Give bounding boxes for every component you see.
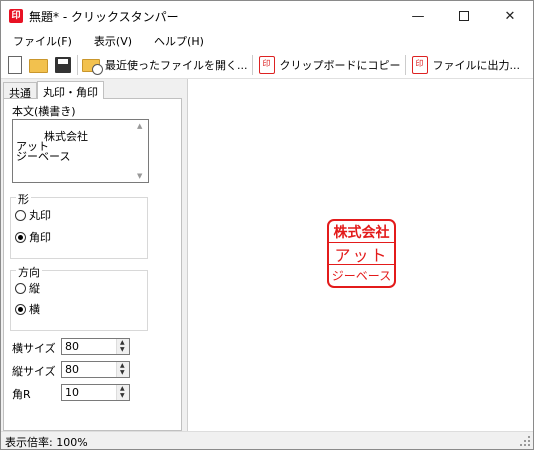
- open-recent-label: 最近使ったファイルを開く...: [105, 58, 248, 72]
- spin-down-icon: ▼: [120, 392, 125, 399]
- minimize-icon: —: [411, 8, 425, 24]
- menu-view[interactable]: 表示(V): [92, 33, 134, 49]
- body-text-value: 株式会社 アット ジーベース: [16, 130, 88, 163]
- copy-clipboard-label: クリップボードにコピー: [279, 58, 401, 72]
- spin-down-icon: ▼: [120, 346, 125, 353]
- window-title: 無題* - クリックスタンパー: [29, 9, 179, 24]
- app-icon: 印: [9, 9, 23, 23]
- maximize-button[interactable]: [441, 1, 487, 31]
- shape-square-label: 角印: [29, 231, 51, 244]
- title-bar: 印 無題* - クリックスタンパー — ✕: [1, 1, 533, 31]
- recent-folder-icon: [82, 58, 103, 75]
- width-spinner[interactable]: ▲ ▼: [116, 339, 129, 354]
- toolbar-separator: [77, 54, 78, 75]
- tab-round-square-stamp[interactable]: 丸印・角印: [37, 81, 104, 99]
- app-window: 印 無題* - クリックスタンパー — ✕ ファイル(F) 表示(V) ヘルプ(…: [0, 0, 534, 450]
- export-file-label: ファイルに出力...: [432, 58, 521, 72]
- stamp-line-3: ジーベース: [331, 269, 392, 283]
- resize-grip-icon[interactable]: [520, 436, 530, 446]
- corner-radius-spinner[interactable]: ▲ ▼: [116, 385, 129, 400]
- shape-group: 形 丸印 角印: [10, 191, 148, 259]
- close-button[interactable]: ✕: [487, 1, 533, 31]
- shape-group-title: 形: [16, 191, 31, 207]
- maximize-icon: [459, 11, 469, 21]
- scroll-down-icon: ▼: [137, 172, 143, 180]
- direction-vertical-option[interactable]: 縦: [15, 280, 40, 296]
- radio-square[interactable]: [15, 231, 26, 243]
- menu-file[interactable]: ファイル(F): [11, 33, 74, 49]
- corner-radius-label: 角R: [12, 388, 31, 401]
- width-input[interactable]: 80 ▲ ▼: [61, 338, 130, 355]
- menu-bar: ファイル(F) 表示(V) ヘルプ(H): [1, 31, 533, 51]
- shape-round-option[interactable]: 丸印: [15, 207, 51, 223]
- textarea-scrollbar[interactable]: ▲ ▼: [135, 120, 148, 182]
- radio-horizontal[interactable]: [15, 303, 26, 315]
- new-file-button[interactable]: [5, 55, 25, 75]
- stamp-line-2: アット: [329, 243, 394, 265]
- corner-radius-value: 10: [65, 386, 79, 399]
- width-value: 80: [65, 340, 79, 353]
- direction-horizontal-label: 横: [29, 303, 40, 316]
- spin-down-icon: ▼: [120, 369, 125, 376]
- radio-round[interactable]: [15, 209, 26, 221]
- toolbar-separator: [251, 54, 253, 75]
- corner-radius-input[interactable]: 10 ▲ ▼: [61, 384, 130, 401]
- minimize-button[interactable]: —: [395, 1, 441, 31]
- save-icon: [55, 56, 71, 73]
- radio-vertical[interactable]: [15, 282, 26, 294]
- recent-icon-wrap: [82, 55, 103, 75]
- direction-group: 方向 縦 横: [10, 264, 148, 331]
- zoom-status: 表示倍率: 100%: [5, 436, 88, 449]
- tab-strip: 共通 丸印・角印: [3, 81, 104, 100]
- height-label: 縦サイズ: [12, 365, 56, 378]
- body-text-label: 本文(横書き): [12, 105, 76, 118]
- toolbar: 最近使ったファイルを開く... 印 クリップボードにコピー 印 ファイルに出力.…: [1, 51, 533, 79]
- height-spinner[interactable]: ▲ ▼: [116, 362, 129, 377]
- toolbar-separator: [404, 54, 406, 75]
- preview-canvas: 株式会社 アット ジーベース: [187, 79, 533, 431]
- direction-group-title: 方向: [16, 264, 42, 280]
- direction-vertical-label: 縦: [29, 282, 40, 295]
- shape-square-option[interactable]: 角印: [15, 229, 51, 245]
- export-file-button[interactable]: 印 ファイルに出力...: [410, 55, 521, 75]
- open-folder-icon: [29, 58, 48, 73]
- shape-round-label: 丸印: [29, 209, 51, 222]
- body-text-input[interactable]: 株式会社 アット ジーベース ▲ ▼: [12, 119, 149, 183]
- tab-common[interactable]: 共通: [3, 82, 37, 100]
- stamp-export-icon: 印: [411, 55, 428, 74]
- settings-panel: 共通 丸印・角印 本文(横書き) 株式会社 アット ジーベース ▲ ▼ 形 丸印: [1, 79, 182, 431]
- open-recent-button[interactable]: 最近使ったファイルを開く...: [82, 55, 248, 75]
- status-bar: 表示倍率: 100%: [1, 431, 533, 449]
- direction-horizontal-option[interactable]: 横: [15, 301, 40, 317]
- open-file-button[interactable]: [29, 55, 49, 75]
- tab-page: 本文(横書き) 株式会社 アット ジーベース ▲ ▼ 形 丸印 角印 方向 縦 …: [3, 98, 182, 431]
- scroll-up-icon: ▲: [137, 122, 143, 130]
- height-input[interactable]: 80 ▲ ▼: [61, 361, 130, 378]
- copy-clipboard-button[interactable]: 印 クリップボードにコピー: [257, 55, 401, 75]
- height-value: 80: [65, 363, 79, 376]
- new-document-icon: [8, 55, 22, 74]
- stamp-line-1: 株式会社: [329, 221, 394, 243]
- save-button[interactable]: [53, 55, 73, 75]
- stamp-copy-icon: 印: [258, 55, 275, 74]
- stamp-preview: 株式会社 アット ジーベース: [327, 219, 396, 288]
- close-icon: ✕: [504, 8, 516, 24]
- width-label: 横サイズ: [12, 342, 56, 355]
- menu-help[interactable]: ヘルプ(H): [152, 33, 206, 49]
